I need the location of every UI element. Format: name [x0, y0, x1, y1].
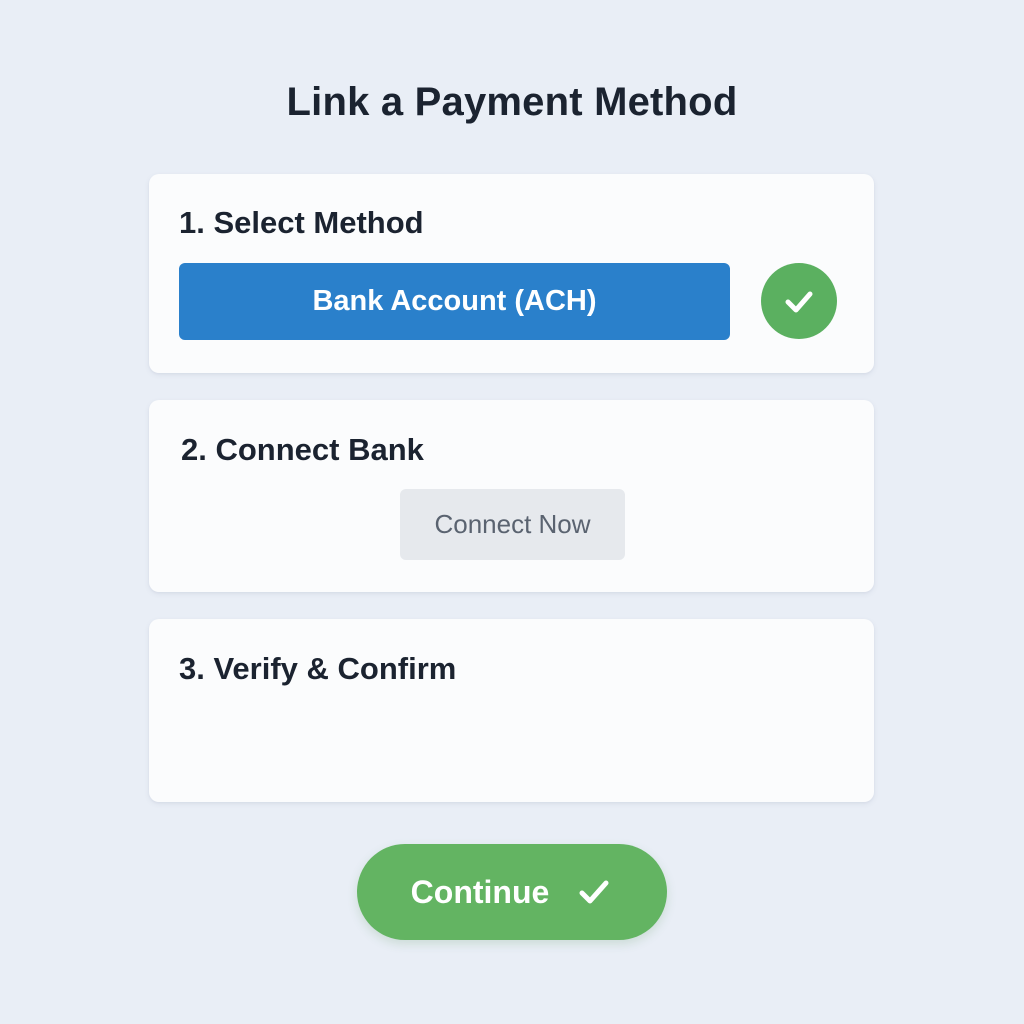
step-heading-select-method: 1. Select Method [179, 205, 424, 240]
step-heading-verify-confirm: 3. Verify & Confirm [179, 651, 457, 686]
step-heading-connect-bank: 2. Connect Bank [181, 432, 424, 467]
step-card-verify-confirm: 3. Verify & Confirm [149, 619, 874, 802]
bank-account-method-button[interactable]: Bank Account (ACH) [179, 263, 730, 340]
check-icon [575, 873, 613, 911]
connect-now-button[interactable]: Connect Now [400, 489, 625, 560]
continue-button-label: Continue [410, 873, 550, 910]
check-icon [761, 263, 837, 339]
step-card-select-method: 1. Select Method Bank Account (ACH) [149, 174, 874, 373]
continue-button[interactable]: Continue [357, 844, 667, 940]
page-title: Link a Payment Method [286, 80, 738, 124]
step-card-connect-bank: 2. Connect Bank Connect Now [149, 400, 874, 592]
